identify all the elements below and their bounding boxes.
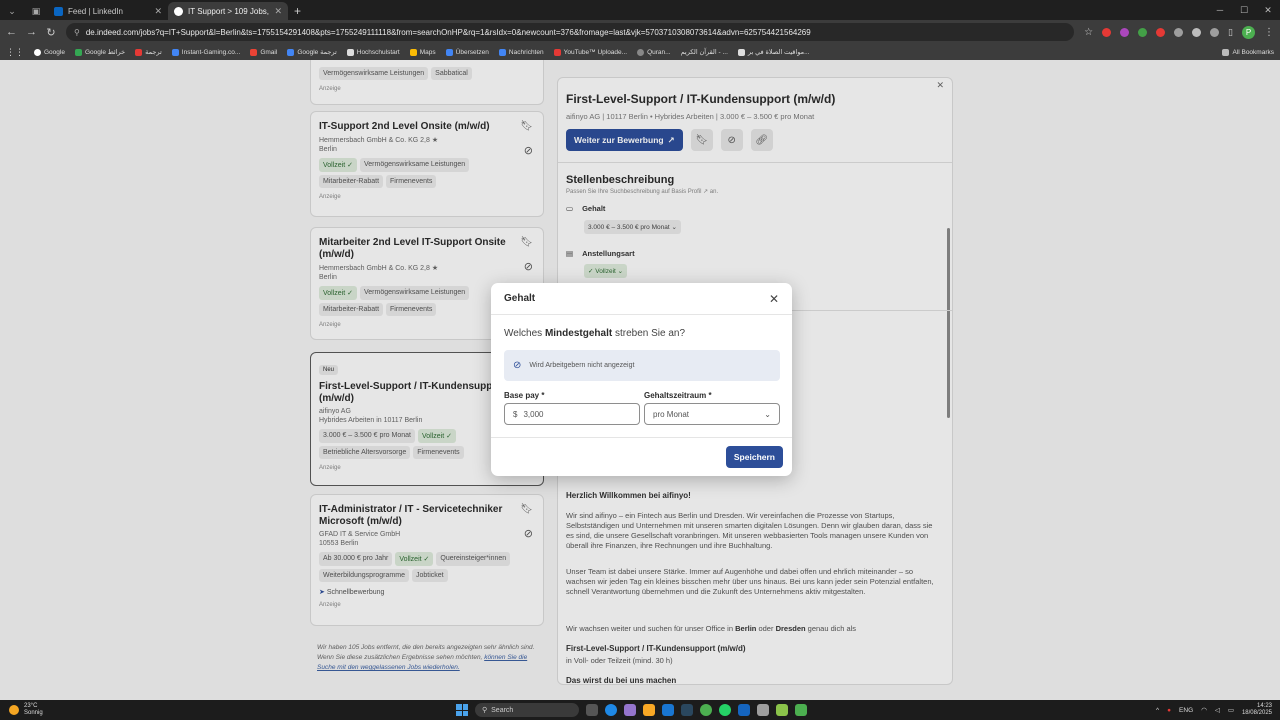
apps-icon[interactable]: ⋮⋮ (6, 47, 24, 58)
save-button[interactable]: Speichern (725, 446, 783, 468)
search-icon: ⚲ (482, 707, 488, 714)
bookmark-item[interactable]: ترجمة (135, 48, 162, 56)
indeed-favicon-icon (174, 6, 183, 16)
close-window-icon[interactable]: ✕ (1256, 5, 1280, 16)
extension-icon[interactable] (1120, 27, 1130, 37)
bookmark-item[interactable]: Instant-Gaming.co... (171, 48, 240, 56)
extension-icon[interactable] (1174, 27, 1184, 37)
bookmark-item[interactable]: Gmail (250, 48, 277, 56)
eye-off-icon: ⊘ (513, 360, 522, 371)
bookmark-item[interactable]: Google خرائط (74, 48, 125, 56)
maximize-icon[interactable]: ☐ (1232, 5, 1256, 16)
language-indicator[interactable]: ENG (1179, 707, 1193, 714)
bookmark-item[interactable]: مواقيت الصلاة في بر... (737, 48, 810, 56)
site-info-icon[interactable]: ⚲ (74, 28, 80, 37)
url-text: de.indeed.com/jobs?q=IT+Support&l=Berlin… (85, 27, 811, 37)
app-icon[interactable] (776, 704, 788, 716)
bookmark-item[interactable]: القرآن الكريم - ... (681, 48, 728, 56)
microphone-icon[interactable]: ● (1167, 707, 1171, 714)
bookmark-item[interactable]: Maps (409, 48, 436, 56)
close-tab-icon[interactable]: ✕ (274, 6, 282, 17)
whatsapp-icon[interactable] (719, 704, 731, 716)
app-icon[interactable] (757, 704, 769, 716)
period-select[interactable]: pro Monat ⌄ (644, 403, 780, 425)
volume-icon[interactable]: ◁ (1215, 706, 1220, 714)
bookmark-item[interactable]: Google (34, 48, 65, 56)
reload-icon[interactable]: ↻ (46, 26, 56, 39)
windows-start-icon[interactable] (456, 704, 468, 716)
linkedin-favicon-icon (54, 6, 63, 16)
bookmark-item[interactable]: Hochschulstart (346, 48, 400, 56)
tab-title: Feed | LinkedIn (68, 6, 124, 16)
bookmark-item[interactable]: Google ترجمة (287, 48, 337, 56)
close-icon[interactable]: ✕ (769, 292, 779, 306)
taskbar-search[interactable]: ⚲ Search (475, 703, 579, 717)
menu-icon[interactable]: ⋮ (1264, 27, 1274, 38)
file-explorer-icon[interactable] (643, 704, 655, 716)
wifi-icon[interactable]: ◠ (1201, 706, 1207, 714)
taskbar-apps: ⚲ Search (456, 703, 807, 717)
new-tab-button[interactable]: + (288, 2, 307, 20)
tab-search-icon[interactable]: ⌄ (0, 2, 24, 20)
task-view-icon[interactable] (586, 704, 598, 716)
tab-title: IT Support > 109 Jobs, Arbeit (188, 6, 270, 16)
tab-groups-icon[interactable]: ▣ (24, 2, 48, 20)
bookmark-item[interactable]: YouTube™ Uploade... (553, 48, 627, 56)
clock[interactable]: 14:23 18/08/2025 (1242, 703, 1272, 717)
period-value: pro Monat (653, 409, 690, 419)
tab-indeed[interactable]: IT Support > 109 Jobs, Arbeit ✕ (168, 2, 288, 20)
extension-icon[interactable] (1192, 27, 1202, 37)
extensions: ☆ ▯ P ⋮ (1084, 25, 1274, 39)
extension-icon[interactable] (1156, 27, 1166, 37)
extension-icon[interactable] (1102, 27, 1112, 37)
profile-avatar[interactable]: P (1242, 25, 1255, 39)
forward-icon[interactable]: → (26, 26, 37, 38)
tab-linkedin[interactable]: Feed | LinkedIn ✕ (48, 2, 168, 20)
browser-tab-bar: ⌄ ▣ Feed | LinkedIn ✕ IT Support > 109 J… (0, 0, 1280, 20)
outlook-icon[interactable] (662, 704, 674, 716)
chevron-down-icon: ⌄ (764, 409, 771, 419)
currency-symbol: $ (513, 409, 518, 419)
app-icon[interactable] (624, 704, 636, 716)
battery-icon[interactable]: ▭ (1228, 706, 1234, 714)
star-icon[interactable]: ☆ (1084, 27, 1093, 38)
chrome-icon[interactable] (700, 704, 712, 716)
minimize-icon[interactable]: ─ (1208, 5, 1232, 15)
weather-widget[interactable]: 23°C Sonnig (9, 703, 43, 717)
bookmark-item[interactable]: Nachrichten (498, 48, 544, 56)
back-icon[interactable]: ← (6, 26, 17, 38)
all-bookmarks[interactable]: All Bookmarks (1222, 48, 1274, 56)
taskbar: 23°C Sonnig ⚲ Search ^ ● ENG ◠ ◁ ▭ 14:23 18… (0, 700, 1280, 720)
base-pay-input[interactable]: $ 3,000 (504, 403, 640, 425)
bookmark-item[interactable]: Quran... (637, 48, 671, 56)
extension-icon[interactable] (1138, 27, 1148, 37)
modal-title: Gehalt (504, 293, 536, 304)
url-input[interactable]: ⚲ de.indeed.com/jobs?q=IT+Support&l=Berl… (66, 23, 1075, 41)
privacy-info: ⊘ Wird Arbeitgebern nicht angezeigt (504, 350, 780, 381)
edge-icon[interactable] (605, 704, 617, 716)
window-controls: ─ ☐ ✕ (1208, 0, 1280, 20)
bookmark-item[interactable]: Übersetzen (445, 48, 489, 56)
bookmarks-bar: ⋮⋮ Google Google خرائط ترجمة Instant-Gam… (0, 44, 1280, 60)
system-tray: ^ ● ENG ◠ ◁ ▭ 14:23 18/08/2025 (1156, 703, 1272, 717)
close-tab-icon[interactable]: ✕ (154, 6, 162, 17)
app-icon[interactable] (738, 704, 750, 716)
period-label: Gehaltszeitraum * (644, 391, 712, 400)
salary-modal: Gehalt ✕ Welches Mindestgehalt streben S… (491, 283, 792, 476)
app-icon[interactable] (795, 704, 807, 716)
steam-icon[interactable] (681, 704, 693, 716)
base-pay-value: 3,000 (523, 409, 544, 419)
base-pay-label: Base pay * (504, 391, 545, 400)
chevron-up-icon[interactable]: ^ (1156, 707, 1159, 714)
sun-icon (9, 705, 19, 715)
sidepanel-icon[interactable]: ▯ (1228, 27, 1233, 38)
modal-question: Welches Mindestgehalt streben Sie an? (504, 328, 686, 339)
address-bar-row: ← → ↻ ⚲ de.indeed.com/jobs?q=IT+Support&… (0, 20, 1280, 44)
extensions-puzzle-icon[interactable] (1210, 27, 1220, 37)
